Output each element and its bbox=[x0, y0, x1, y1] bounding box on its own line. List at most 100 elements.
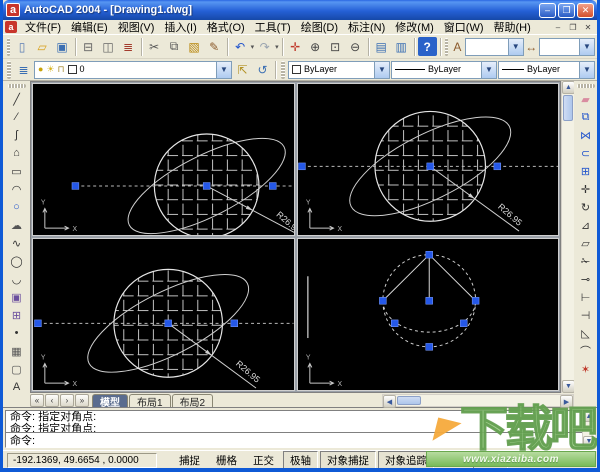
toolbar-grip[interactable] bbox=[7, 38, 10, 56]
toggle-5[interactable]: 对象追踪 bbox=[378, 451, 434, 470]
circle-icon[interactable]: ○ bbox=[8, 198, 26, 216]
toolbar-grip[interactable] bbox=[577, 84, 595, 88]
break-at-point-icon[interactable]: ⊢ bbox=[577, 288, 595, 306]
copy-object-icon[interactable]: ⧉ bbox=[577, 108, 595, 126]
plot-icon[interactable]: ⊟ bbox=[79, 37, 98, 56]
menu-item-10[interactable]: 帮助(H) bbox=[489, 19, 536, 35]
grip[interactable] bbox=[269, 183, 276, 190]
make-block-icon[interactable]: ⊞ bbox=[8, 306, 26, 324]
cut-icon[interactable]: ✂ bbox=[145, 37, 164, 56]
trim-icon[interactable]: ✁ bbox=[577, 252, 595, 270]
polygon-icon[interactable]: ⌂ bbox=[8, 144, 26, 162]
insert-block-icon[interactable]: ▣ bbox=[8, 288, 26, 306]
grip[interactable] bbox=[72, 183, 79, 190]
toolbar-grip[interactable] bbox=[281, 61, 285, 79]
mdi-close-button[interactable]: ✕ bbox=[581, 21, 595, 33]
ellipse-icon[interactable]: ◯ bbox=[8, 252, 26, 270]
toggle-4[interactable]: 对象捕捉 bbox=[320, 451, 376, 470]
chevron-down-icon[interactable]: ▼ bbox=[508, 39, 523, 55]
chevron-down-icon[interactable]: ▼ bbox=[216, 62, 231, 78]
help-icon[interactable]: ? bbox=[418, 37, 437, 56]
toggle-0[interactable]: 捕捉 bbox=[172, 451, 207, 470]
command-input[interactable]: 命令: bbox=[6, 433, 594, 447]
toggle-7[interactable]: 模型 bbox=[473, 451, 508, 470]
dim-style-icon[interactable]: ↔ bbox=[525, 37, 538, 56]
plot-preview-icon[interactable]: ◫ bbox=[99, 37, 118, 56]
grip[interactable] bbox=[426, 163, 433, 170]
mdi-minimize-button[interactable]: – bbox=[551, 21, 565, 33]
undo-dropdown-icon[interactable]: ▾ bbox=[251, 43, 255, 51]
menu-item-8[interactable]: 修改(M) bbox=[390, 19, 439, 35]
tab-layout1[interactable]: 布局1 bbox=[129, 394, 171, 407]
toggle-2[interactable]: 正交 bbox=[246, 451, 281, 470]
chevron-down-icon[interactable]: ▼ bbox=[579, 62, 594, 78]
text-style-combo[interactable]: ▼ bbox=[465, 38, 524, 56]
paste-icon[interactable]: ▧ bbox=[185, 37, 204, 56]
grip[interactable] bbox=[425, 343, 432, 350]
erase-icon[interactable]: ▰ bbox=[577, 90, 595, 108]
grip[interactable] bbox=[493, 163, 500, 170]
layer-on-bulb-icon[interactable]: ● bbox=[38, 65, 43, 74]
zoom-window-icon[interactable]: ⊡ bbox=[326, 37, 345, 56]
redo-icon[interactable]: ↷ bbox=[255, 37, 274, 56]
layer-previous-icon[interactable]: ↺ bbox=[253, 60, 272, 79]
open-icon[interactable]: ▱ bbox=[33, 37, 52, 56]
viewport-top-left[interactable]: R26.95XY bbox=[32, 83, 295, 236]
multiline-text-icon[interactable]: A bbox=[8, 378, 26, 396]
minimize-button[interactable]: – bbox=[539, 3, 556, 18]
toolbar-grip[interactable] bbox=[7, 61, 11, 79]
grip[interactable] bbox=[460, 320, 467, 327]
tab-nav-prev-icon[interactable]: ‹ bbox=[45, 394, 59, 407]
make-object-layer-current-icon[interactable]: ⇱ bbox=[233, 60, 252, 79]
layer-manager-icon[interactable]: ≣ bbox=[14, 60, 33, 79]
redo-dropdown-icon[interactable]: ▾ bbox=[275, 43, 279, 51]
vertical-scrollbar[interactable]: ▲ ▼ bbox=[561, 81, 574, 393]
viewport-bottom-left[interactable]: R26.95XY bbox=[32, 238, 295, 391]
chevron-down-icon[interactable]: ▼ bbox=[579, 39, 594, 55]
layer-combo[interactable]: ● ☀ ⊓ 0 ▼ bbox=[34, 61, 232, 79]
ellipse-arc-icon[interactable]: ◡ bbox=[8, 270, 26, 288]
toolbar-grip[interactable] bbox=[8, 84, 26, 88]
explode-icon[interactable]: ✶ bbox=[577, 360, 595, 378]
horizontal-scroll-thumb[interactable] bbox=[397, 396, 421, 405]
viewport-top-right[interactable]: R26.95XY bbox=[297, 83, 560, 236]
close-button[interactable]: ✕ bbox=[577, 3, 594, 18]
tab-model[interactable]: 模型 bbox=[92, 394, 128, 407]
publish-icon[interactable]: ≣ bbox=[119, 37, 138, 56]
maximize-button[interactable]: ❐ bbox=[558, 3, 575, 18]
menu-item-7[interactable]: 标注(N) bbox=[343, 19, 390, 35]
grip[interactable] bbox=[298, 163, 305, 170]
copy-icon[interactable]: ⧉ bbox=[165, 37, 184, 56]
menu-item-9[interactable]: 窗口(W) bbox=[439, 19, 489, 35]
match-properties-icon[interactable]: ✎ bbox=[205, 37, 224, 56]
grip[interactable] bbox=[472, 297, 479, 304]
menu-item-2[interactable]: 视图(V) bbox=[113, 19, 160, 35]
tab-layout2[interactable]: 布局2 bbox=[172, 394, 214, 407]
grip[interactable] bbox=[231, 320, 238, 327]
grip[interactable] bbox=[34, 320, 41, 327]
region-icon[interactable]: ▢ bbox=[8, 360, 26, 378]
point-icon[interactable]: • bbox=[8, 324, 26, 342]
scroll-track[interactable] bbox=[422, 395, 560, 406]
move-icon[interactable]: ✛ bbox=[577, 180, 595, 198]
mirror-icon[interactable]: ⋈ bbox=[577, 126, 595, 144]
layer-color-swatch[interactable] bbox=[68, 65, 77, 74]
save-icon[interactable]: ▣ bbox=[53, 37, 72, 56]
rectangle-icon[interactable]: ▭ bbox=[8, 162, 26, 180]
scroll-up-icon[interactable]: ▲ bbox=[583, 411, 595, 422]
new-icon[interactable]: ▯ bbox=[13, 37, 32, 56]
menu-item-4[interactable]: 格式(O) bbox=[202, 19, 250, 35]
chevron-down-icon[interactable]: ▼ bbox=[374, 62, 389, 78]
extend-icon[interactable]: ⊸ bbox=[577, 270, 595, 288]
scroll-left-icon[interactable]: ◀ bbox=[383, 395, 396, 408]
construction-line-icon[interactable]: ⁄ bbox=[8, 108, 26, 126]
scroll-right-icon[interactable]: ▶ bbox=[560, 395, 573, 408]
vertical-scroll-thumb[interactable] bbox=[563, 95, 573, 121]
revision-cloud-icon[interactable]: ☁ bbox=[8, 216, 26, 234]
hatch-icon[interactable]: ▦ bbox=[8, 342, 26, 360]
properties-icon[interactable]: ▤ bbox=[372, 37, 391, 56]
color-combo[interactable]: ByLayer ▼ bbox=[288, 61, 390, 79]
offset-icon[interactable]: ⊂ bbox=[577, 144, 595, 162]
rotate-icon[interactable]: ↻ bbox=[577, 198, 595, 216]
layer-unlock-icon[interactable]: ⊓ bbox=[58, 65, 65, 74]
